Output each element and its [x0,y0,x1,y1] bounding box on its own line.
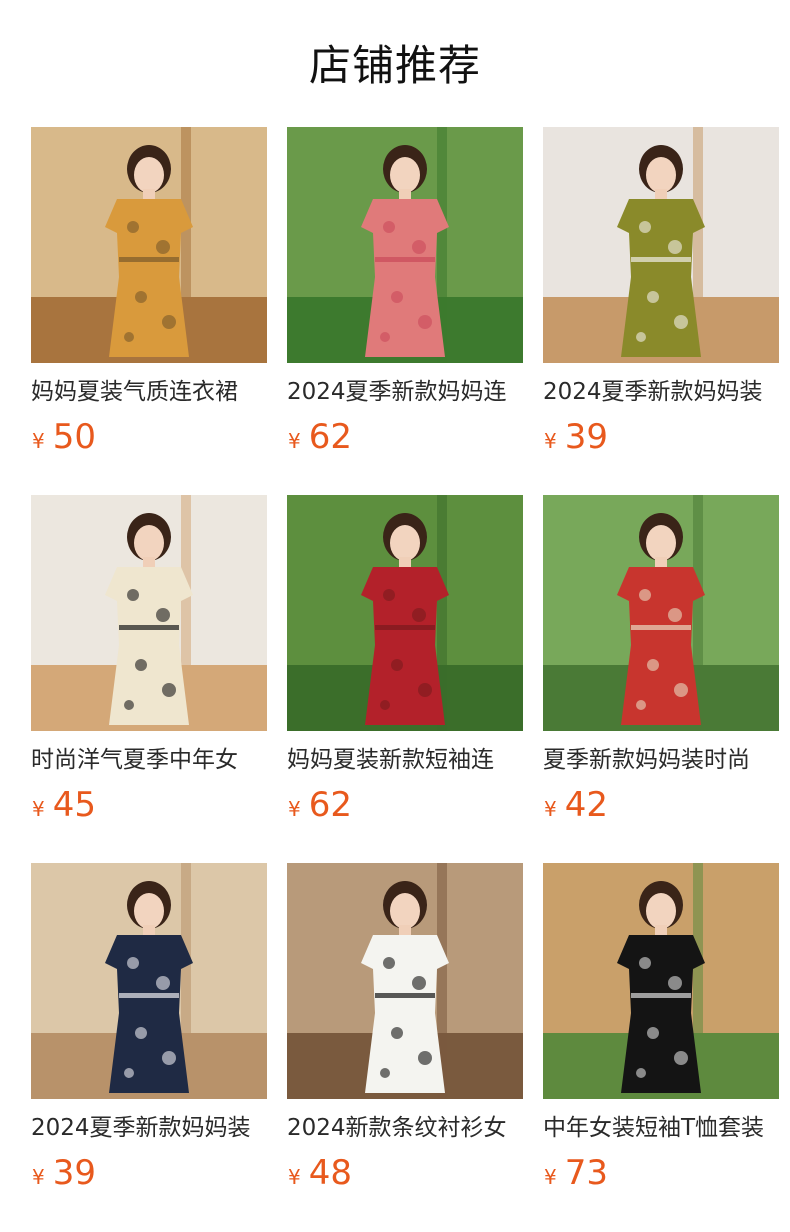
product-card[interactable]: 妈妈夏装新款短袖连 ¥62 [287,495,523,825]
currency-symbol: ¥ [544,429,557,453]
product-card[interactable]: 2024新款条纹衬衫女 ¥48 [287,863,523,1193]
price-value: 42 [564,785,608,825]
currency-symbol: ¥ [544,797,557,821]
currency-symbol: ¥ [288,1165,301,1189]
product-price: ¥62 [288,785,352,825]
product-price: ¥50 [32,417,96,457]
currency-symbol: ¥ [288,797,301,821]
product-price: ¥39 [544,417,608,457]
product-card[interactable]: 妈妈夏装气质连衣裙 ¥50 [31,127,267,457]
product-grid: 妈妈夏装气质连衣裙 ¥50 2024夏季新款妈妈连 ¥ 62 2024夏季新款妈… [31,127,779,1193]
red-dress-photo[interactable] [287,495,523,731]
product-price: ¥62 [288,417,352,457]
product-card[interactable]: 2024夏季新款妈妈装 ¥39 [543,127,779,457]
price-value: 73 [564,1153,608,1193]
black-tee-skirt-photo[interactable] [543,863,779,1099]
price-value: 48 [308,1153,352,1193]
product-price: ¥42 [544,785,608,825]
price-value: 62 [308,785,352,825]
product-card[interactable]: 2024夏季新款妈妈装 ¥39 [31,863,267,1193]
product-name[interactable]: 时尚洋气夏季中年女 [31,743,267,777]
product-price: ¥48 [288,1153,352,1193]
pink-floral-dress-photo[interactable] [287,127,523,363]
product-name[interactable]: 妈妈夏装气质连衣裙 [31,375,267,409]
product-price: ¥39 [32,1153,96,1193]
product-price: ¥73 [544,1153,608,1193]
currency-symbol: ¥ [32,1165,45,1189]
currency-symbol: ¥ [32,429,45,453]
product-name[interactable]: 2024夏季新款妈妈装 [31,1111,267,1145]
currency-symbol: ¥ [32,797,45,821]
product-card[interactable]: 2024夏季新款妈妈连 ¥62 [287,127,523,457]
floral-dress-photo[interactable] [31,127,267,363]
polka-dot-top-photo[interactable] [31,495,267,731]
page-title: 店铺推荐 [308,41,481,90]
product-name[interactable]: 2024新款条纹衬衫女 [287,1111,523,1145]
product-name[interactable]: 夏季新款妈妈装时尚 [543,743,779,777]
product-card[interactable]: 时尚洋气夏季中年女 ¥45 [31,495,267,825]
red-print-dress-photo[interactable] [543,495,779,731]
product-name[interactable]: 妈妈夏装新款短袖连 [287,743,523,777]
product-name[interactable]: 2024夏季新款妈妈连 [287,375,523,409]
product-card[interactable]: 中年女装短袖T恤套装 ¥73 [543,863,779,1193]
price-value: 62 [308,417,352,457]
product-name[interactable]: 2024夏季新款妈妈装 [543,375,779,409]
product-card[interactable]: 夏季新款妈妈装时尚 ¥42 [543,495,779,825]
striped-set-photo[interactable] [31,863,267,1099]
price-value: 39 [52,1153,96,1193]
price-value: 50 [52,417,96,457]
olive-top-photo[interactable] [543,127,779,363]
zebra-shirt-photo[interactable] [287,863,523,1099]
price-value: 39 [564,417,608,457]
product-price: ¥45 [32,785,96,825]
price-value: 45 [52,785,96,825]
product-name[interactable]: 中年女装短袖T恤套装 [543,1111,779,1145]
currency-symbol: ¥ [288,429,301,453]
currency-symbol: ¥ [544,1165,557,1189]
